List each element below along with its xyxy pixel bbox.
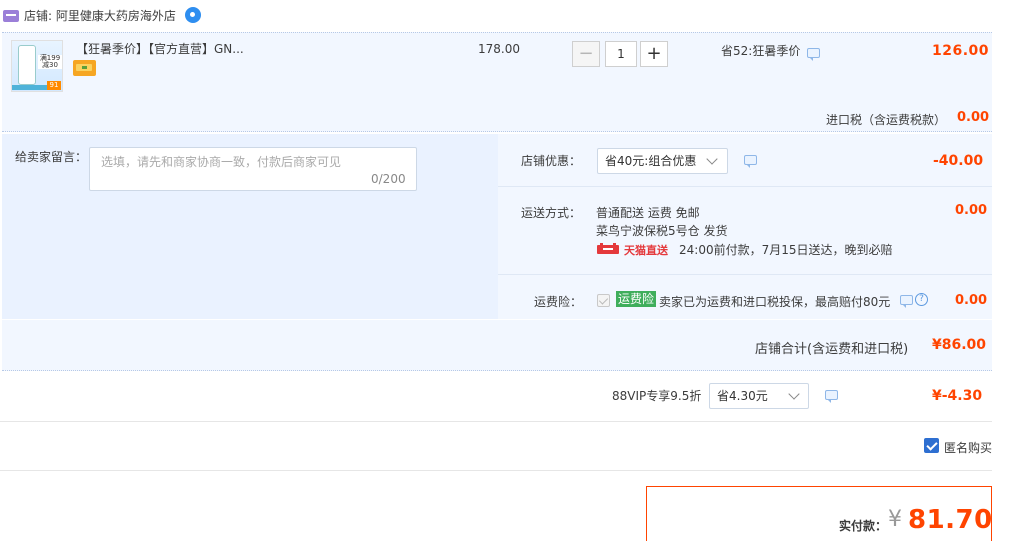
- shop-discount-select[interactable]: 省40元:组合优惠: [597, 148, 728, 174]
- options-divider: [498, 274, 992, 275]
- shop-discount-selected: 省40元:组合优惠: [605, 154, 697, 168]
- promo-info-icon[interactable]: [807, 48, 820, 61]
- wangwang-chat-icon[interactable]: [185, 7, 201, 23]
- card-payment-icon: [73, 60, 96, 76]
- vip-discount-selected: 省4.30元: [717, 389, 768, 403]
- thumb-promo-label: 满199 减30: [38, 54, 62, 69]
- shop-icon: [3, 10, 19, 22]
- payment-label: 实付款：: [839, 519, 888, 533]
- seller-message-label: 给卖家留言：: [15, 150, 88, 164]
- tmall-icon: [597, 243, 619, 254]
- tmall-direct-tag: 天猫直送: [624, 244, 668, 257]
- vip-discount-label: 88VIP专享9.5折: [612, 389, 702, 403]
- payment-amount: 81.70: [908, 505, 993, 535]
- options-divider: [498, 186, 992, 187]
- import-tax-label: 进口税（含运费税款）: [826, 113, 947, 127]
- quantity-decrease-button[interactable]: −: [572, 41, 600, 67]
- shop-total-value: ¥86.00: [932, 337, 987, 353]
- item-title-link[interactable]: 【狂暑季价】【官方直营】GN...: [76, 42, 244, 56]
- thumb-badge: 91: [47, 81, 61, 90]
- unit-price: 178.00: [478, 42, 520, 56]
- import-tax-value: 0.00: [957, 110, 990, 125]
- shop-name-link[interactable]: 店铺: 阿里健康大药房海外店: [24, 8, 176, 24]
- item-thumbnail[interactable]: 满199 减30 91: [11, 40, 63, 92]
- chevron-down-icon: [788, 388, 800, 400]
- insurance-checkbox: [597, 294, 610, 307]
- divider: [0, 470, 992, 471]
- shipping-method: 普通配送 运费 免邮: [596, 206, 700, 220]
- divider: [0, 421, 992, 422]
- message-char-count: 0/200: [371, 172, 406, 186]
- shop-discount-value: -40.00: [933, 153, 984, 169]
- anonymous-label[interactable]: 匿名购买: [944, 439, 992, 456]
- currency-symbol: ¥: [888, 507, 902, 532]
- insurance-label: 运费险：: [534, 295, 583, 309]
- help-icon[interactable]: ?: [915, 293, 928, 306]
- item-promo-text: 省52:狂暑季价: [721, 44, 801, 58]
- quantity-input[interactable]: 1: [605, 41, 637, 67]
- chevron-down-icon: [706, 153, 718, 165]
- quantity-increase-button[interactable]: +: [640, 41, 668, 67]
- anonymous-checkbox[interactable]: [924, 438, 939, 453]
- shipping-fee-value: 0.00: [955, 203, 988, 218]
- item-subtotal: 126.00: [932, 43, 990, 59]
- insurance-description: 卖家已为运费和进口税投保，最高赔付80元: [659, 295, 891, 309]
- delivery-promise: 24:00前付款，7月15日送达，晚到必赔: [679, 243, 893, 257]
- bottle-image: [18, 45, 36, 85]
- discount-info-icon[interactable]: [744, 155, 757, 168]
- shipping-label: 运送方式：: [521, 206, 582, 220]
- shop-total-label: 店铺合计(含运费和进口税): [755, 342, 909, 357]
- shop-discount-label: 店铺优惠：: [521, 154, 582, 168]
- shipping-warehouse: 菜鸟宁波保税5号仓 发货: [596, 224, 728, 238]
- vip-info-icon[interactable]: [825, 390, 838, 403]
- insurance-chat-icon[interactable]: [900, 295, 913, 308]
- insurance-value: 0.00: [955, 293, 988, 308]
- seller-message-placeholder: 选填，请先和商家协商一致，付款后商家可见: [101, 155, 342, 169]
- vip-discount-select[interactable]: 省4.30元: [709, 383, 809, 409]
- insurance-tag: 运费险: [616, 291, 657, 307]
- vip-discount-value: ¥-4.30: [932, 388, 983, 404]
- thumb-stripe: [12, 85, 48, 90]
